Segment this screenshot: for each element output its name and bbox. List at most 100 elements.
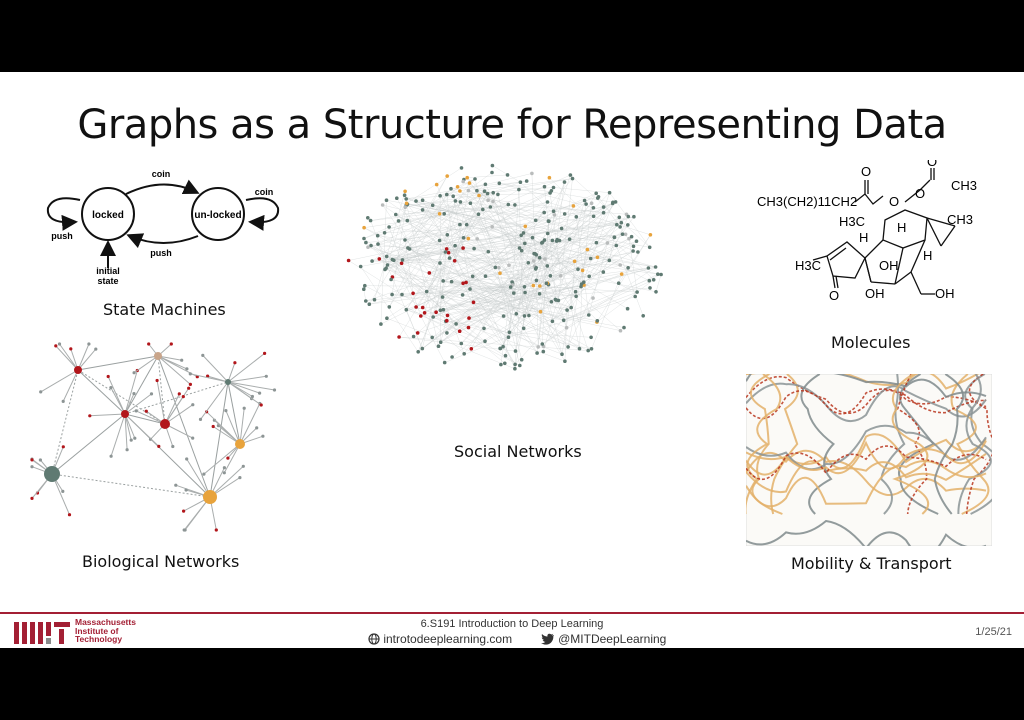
social-node	[519, 357, 524, 362]
social-node	[461, 179, 465, 184]
social-node	[610, 201, 615, 206]
social-node	[626, 223, 630, 227]
social-node	[404, 197, 408, 201]
social-edge	[476, 178, 573, 191]
social-node	[560, 352, 564, 356]
social-node	[438, 308, 443, 313]
social-node	[573, 289, 578, 294]
social-node	[566, 345, 570, 349]
social-node	[586, 348, 590, 353]
social-node	[449, 279, 454, 284]
social-node	[618, 328, 623, 333]
social-node	[559, 226, 564, 231]
bio-node	[238, 476, 242, 480]
footer-rule	[0, 612, 1024, 614]
social-node	[397, 335, 401, 339]
bio-node	[198, 417, 203, 421]
social-node	[477, 193, 481, 198]
self-loop-left	[46, 197, 81, 231]
molecule-o1: O	[861, 164, 871, 179]
social-node	[549, 189, 554, 193]
social-node	[636, 250, 640, 254]
bio-node	[132, 392, 136, 396]
twitter-handle[interactable]: @MITDeepLearning	[558, 632, 666, 646]
bio-node	[129, 438, 133, 442]
social-node	[455, 185, 460, 189]
social-node	[646, 266, 651, 270]
social-node	[542, 184, 547, 189]
caption-mobility-transport: Mobility & Transport	[791, 554, 952, 573]
social-node	[440, 295, 445, 299]
bio-node	[185, 457, 189, 461]
social-node	[445, 174, 449, 178]
social-node	[380, 203, 385, 207]
social-node	[438, 194, 442, 198]
social-node	[620, 232, 625, 236]
social-node	[449, 186, 453, 191]
social-node	[577, 346, 582, 351]
social-node	[555, 237, 559, 242]
social-node	[533, 267, 538, 271]
social-node	[629, 234, 634, 239]
social-node	[607, 258, 612, 263]
bio-node	[242, 406, 246, 410]
social-node	[497, 181, 502, 186]
social-node	[617, 215, 622, 220]
social-node	[631, 249, 635, 253]
bio-node	[157, 444, 161, 448]
bio-node	[201, 353, 205, 357]
bio-node	[181, 395, 185, 399]
social-node	[438, 340, 443, 344]
social-node	[513, 366, 517, 371]
bio-node	[147, 342, 151, 346]
social-node	[651, 278, 656, 282]
social-node	[531, 283, 536, 288]
social-edge	[369, 175, 448, 305]
website-link[interactable]: introtodeeplearning.com	[383, 632, 512, 646]
social-node	[450, 355, 454, 359]
social-node	[556, 298, 561, 303]
social-node	[420, 208, 425, 212]
social-node	[416, 350, 420, 354]
social-node	[591, 296, 595, 300]
molecule-oh3: OH	[935, 286, 955, 301]
social-node	[545, 200, 550, 204]
social-node	[618, 225, 622, 229]
social-node	[561, 318, 566, 323]
social-node	[459, 341, 464, 346]
bio-edge	[77, 369, 126, 415]
bio-node	[54, 344, 58, 348]
node-unlocked-label: un-locked	[194, 210, 241, 221]
social-node	[562, 180, 567, 184]
social-node	[493, 265, 498, 270]
social-node	[438, 261, 442, 265]
bio-node	[155, 378, 159, 383]
social-node	[595, 255, 600, 260]
social-node	[551, 185, 556, 190]
social-node	[383, 267, 387, 272]
molecule-ch3-top: CH3	[951, 178, 977, 193]
social-node	[533, 218, 538, 223]
edge-coin	[125, 179, 200, 195]
social-node	[587, 313, 591, 317]
social-node	[659, 272, 663, 277]
bio-node	[264, 374, 268, 378]
social-node	[483, 274, 488, 278]
bio-hub-node	[74, 366, 82, 374]
bio-node	[125, 448, 129, 452]
social-node	[634, 239, 639, 243]
social-node	[579, 282, 584, 286]
bio-node	[132, 371, 136, 375]
edge-push	[126, 233, 199, 249]
social-node	[648, 233, 653, 237]
social-node	[490, 170, 494, 175]
social-node	[382, 231, 387, 235]
social-node	[379, 322, 383, 326]
bio-node	[185, 367, 189, 371]
bio-node	[67, 513, 72, 517]
bio-node	[134, 409, 138, 413]
social-node	[518, 180, 523, 184]
social-node	[457, 329, 462, 333]
social-node	[618, 263, 622, 267]
social-node	[436, 344, 441, 348]
